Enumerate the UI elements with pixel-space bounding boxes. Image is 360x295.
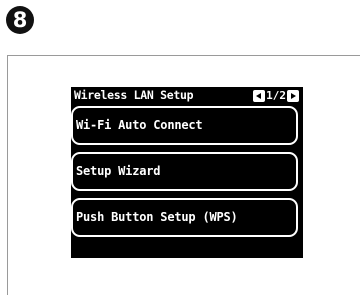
screen-title: Wireless LAN Setup: [74, 88, 194, 102]
screen-header: Wireless LAN Setup 1/2: [71, 87, 303, 105]
step-number-badge: 8: [6, 6, 34, 34]
left-arrow-icon[interactable]: [253, 90, 266, 102]
page-indicator: 1/2: [253, 90, 299, 102]
menu-item-push-button-setup[interactable]: Push Button Setup (WPS): [71, 198, 298, 237]
printer-lcd-screen: Wireless LAN Setup 1/2 Wi-Fi Auto Connec…: [71, 87, 303, 258]
right-arrow-icon[interactable]: [287, 90, 299, 102]
menu-item-setup-wizard[interactable]: Setup Wizard: [71, 152, 298, 191]
page-number: 1/2: [266, 89, 286, 102]
menu-item-wifi-auto-connect[interactable]: Wi-Fi Auto Connect: [71, 106, 298, 145]
